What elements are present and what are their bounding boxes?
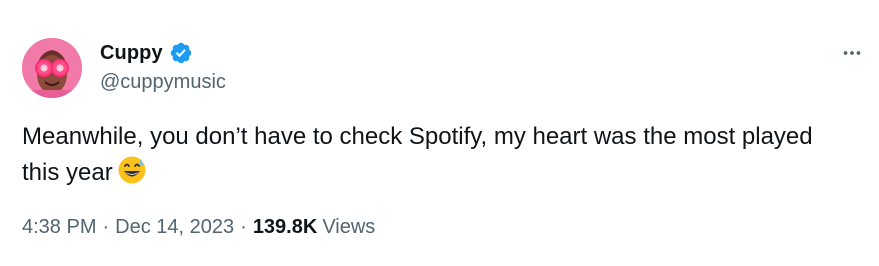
tweet-meta: 4:38 PM · Dec 14, 2023 · 139.8K Views — [22, 216, 375, 239]
views-label: Views — [322, 216, 376, 238]
verified-badge-icon — [169, 41, 193, 65]
tweet-date[interactable]: Dec 14, 2023 — [115, 216, 234, 239]
more-horizontal-icon — [843, 51, 861, 55]
more-options-button[interactable] — [835, 36, 869, 70]
meta-separator: · — [240, 216, 247, 238]
meta-separator: · — [102, 216, 110, 238]
tweet-text: Meanwhile, you don’t have to check Spoti… — [22, 119, 852, 191]
grinning-face-with-sweat-icon — [117, 155, 147, 185]
avatar[interactable] — [22, 38, 82, 98]
views-count: 139.8K — [252, 216, 318, 238]
display-name[interactable]: Cuppy — [100, 42, 163, 65]
tweet-time[interactable]: 4:38 PM — [22, 216, 96, 239]
avatar-image — [22, 38, 82, 98]
author-handle[interactable]: @cuppymusic — [100, 71, 226, 94]
tweet-card: Cuppy @cuppymusic Meanwhile, you don’t h… — [0, 0, 879, 266]
author-name-row[interactable]: Cuppy — [100, 40, 193, 66]
